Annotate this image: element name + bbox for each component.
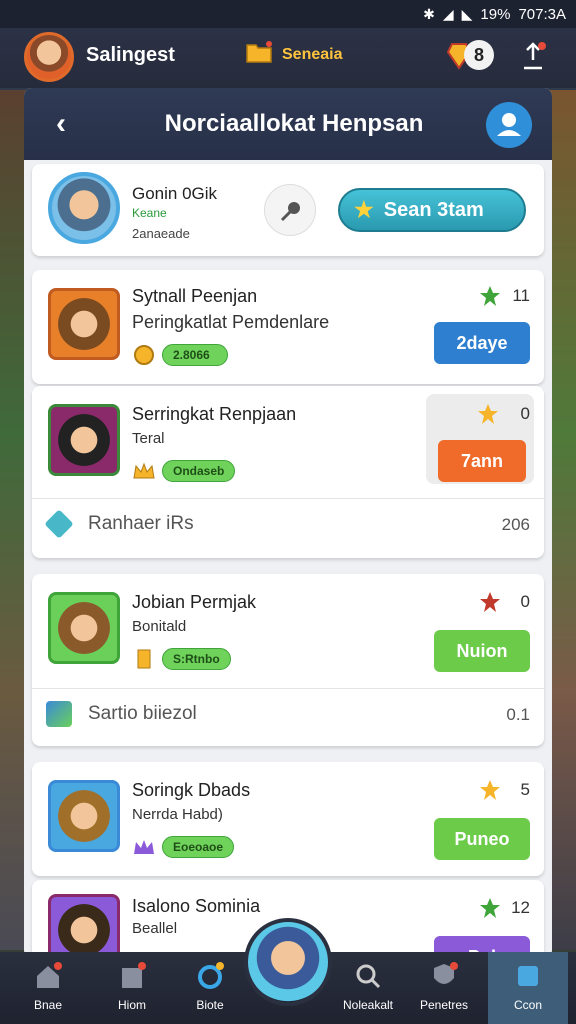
item-subtitle: Bonitald [132, 618, 187, 635]
refresh-icon [198, 962, 224, 989]
list-item[interactable]: Sytnall Peenjan Peringkatlat Pemdenlare … [32, 270, 544, 384]
user-icon [497, 113, 521, 136]
item-avatar [48, 288, 120, 360]
app-name: Salingest [86, 44, 175, 66]
wifi-icon: ◢ [442, 5, 454, 22]
score-pill: Ondaseb [162, 460, 236, 482]
star-icon [480, 780, 500, 800]
star-icon: ★ [354, 197, 374, 222]
item-avatar [48, 404, 120, 476]
nav-label: Penetres [419, 998, 469, 1012]
nav-account[interactable]: Ccon [488, 952, 568, 1024]
status-bar: ✱ ◢ ◣ 19% 707:3A [0, 0, 576, 28]
cta-button[interactable]: ★ Sean 3tam [338, 188, 526, 232]
nav-label: Noleakalt [342, 998, 394, 1012]
battery-level: 19% [480, 5, 511, 23]
item-avatar [48, 894, 120, 958]
nav-search[interactable]: Noleakalt [328, 952, 408, 1024]
panel-title: Norciaallokat Henpsan [164, 110, 424, 137]
bluetooth-icon: ✱ [423, 5, 435, 22]
user-extra: 2anaeade [132, 226, 190, 241]
current-user-card: Gonin 0Gik Keane 2anaeade ★ Sean 3tam [32, 164, 544, 256]
profile-icon [518, 966, 538, 986]
rank-value: 5 [520, 780, 530, 799]
item-subtitle: Beallel [132, 920, 178, 937]
cta-label: Sean 3tam [383, 198, 484, 221]
item-subtitle: Peringkatlat Pemdenlare [132, 312, 330, 332]
nav-label: Ccon [513, 998, 542, 1012]
nav-map[interactable]: Hiom [92, 952, 172, 1024]
shield-icon [434, 962, 458, 984]
coin-icon [134, 345, 154, 365]
nav-label: Bnae [33, 998, 63, 1012]
app-bar: Salingest Seneaia 8 [0, 28, 576, 88]
search-icon [280, 202, 300, 222]
footer-label: Ranhaer iRs [88, 513, 194, 534]
back-button[interactable]: ‹ [56, 108, 84, 140]
signal-icon: ◣ [461, 5, 473, 22]
badge-icon [480, 592, 500, 612]
puzzle-icon [122, 962, 146, 988]
share-icon[interactable] [520, 40, 546, 70]
crown-icon [134, 840, 154, 854]
nav-rewards[interactable]: Penetres [404, 952, 484, 1024]
rank-value: 12 [511, 898, 530, 917]
footer-value: 0.1 [506, 705, 530, 724]
folder-label[interactable]: Seneaia [282, 46, 342, 64]
item-footer: Sartio biiezol 0.1 [32, 688, 544, 740]
center-hero-button[interactable] [244, 918, 332, 1006]
footer-label: Sartio biiezol [88, 703, 197, 724]
item-footer: Ranhaer iRs 206 [32, 498, 544, 550]
leaderboard-panel: ‹ Norciaallokat Henpsan Gonin 0Gik Keane… [24, 88, 552, 958]
action-button[interactable]: Nuion [434, 630, 530, 672]
list-item[interactable]: Jobian Permjak Bonitald S:Rtnbo 0 Nuion … [32, 574, 544, 746]
badge-icon [480, 286, 500, 306]
gem-count: 8 [464, 40, 494, 70]
footer-value: 206 [501, 515, 530, 534]
gem-icon [44, 509, 74, 539]
score-pill: 2.8066 [162, 344, 228, 366]
user-subtitle: Keane [132, 206, 167, 220]
star-icon [478, 404, 498, 424]
list-item[interactable]: Serringkat Renpjaan Teral Ondaseb 0 7ann… [32, 386, 544, 558]
nav-home[interactable]: Bnae [8, 952, 88, 1024]
clock: 707:3A [518, 5, 566, 23]
panel-header: ‹ Norciaallokat Henpsan [24, 88, 552, 160]
action-button[interactable]: 7ann [438, 440, 526, 482]
rank-value: 0 [520, 404, 530, 423]
magnifier-icon [356, 964, 381, 989]
nav-quests[interactable]: Biote [170, 952, 250, 1024]
nav-label: Biote [196, 998, 224, 1012]
rank-value: 11 [512, 286, 530, 305]
action-button[interactable]: Puneo [434, 818, 530, 860]
list-item[interactable]: Soringk Dbads Nerrda Habd) Eoeoaoe 5 Pun… [32, 762, 544, 876]
home-icon [37, 962, 62, 988]
score-pill: S:Rtnbo [162, 648, 231, 670]
item-title: Soringk Dbads [132, 780, 251, 800]
item-title: Serringkat Renpjaan [132, 404, 297, 424]
item-subtitle: Teral [132, 430, 165, 447]
search-button[interactable] [264, 184, 316, 236]
item-avatar [48, 592, 120, 664]
nav-label: Hiom [117, 998, 146, 1012]
map-icon [46, 701, 72, 727]
player-avatar[interactable] [24, 32, 74, 82]
user-name: Gonin 0Gik [132, 184, 218, 203]
card-icon [137, 649, 151, 669]
rank-value: 0 [520, 592, 530, 611]
item-title: Isalono Sominia [132, 896, 261, 916]
crown-icon [133, 462, 155, 479]
folder-icon[interactable] [246, 40, 272, 64]
item-subtitle: Nerrda Habd) [132, 806, 223, 823]
score-pill: Eoeoaoe [162, 836, 235, 858]
user-avatar[interactable] [48, 172, 120, 244]
item-avatar [48, 780, 120, 852]
item-title: Jobian Permjak [132, 592, 257, 612]
item-title: Sytnall Peenjan [132, 286, 258, 306]
action-button[interactable]: 2daye [434, 322, 530, 364]
profile-button[interactable] [486, 102, 532, 148]
badge-icon [480, 898, 500, 918]
